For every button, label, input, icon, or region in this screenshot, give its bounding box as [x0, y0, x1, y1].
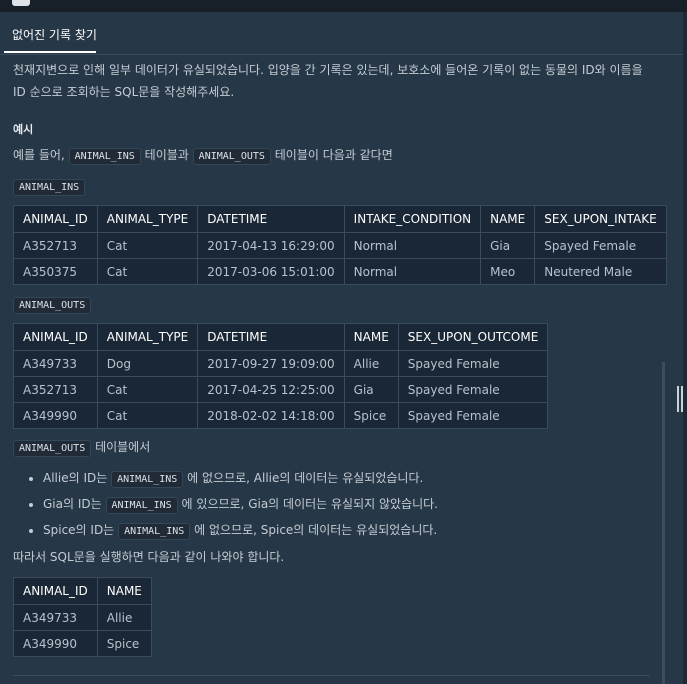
table-cell: 2018-02-02 14:18:00: [197, 402, 345, 429]
code-animal-outs: ANIMAL_OUTS: [192, 148, 271, 165]
text-fragment: Allie의 ID는: [43, 471, 108, 485]
code-animal-outs: ANIMAL_OUTS: [13, 440, 92, 457]
code-animal-outs: ANIMAL_OUTS: [13, 297, 92, 314]
table-cell: A349733: [13, 604, 98, 631]
table-row: A349990 Spice: [13, 630, 152, 657]
column-header: DATETIME: [197, 205, 345, 233]
table-cell: A349990: [13, 402, 98, 429]
code-animal-ins: ANIMAL_INS: [118, 523, 191, 540]
text-fragment: 에 없으므로, Spice의 데이터는 유실되었습니다.: [194, 523, 438, 537]
column-header: NAME: [343, 323, 399, 351]
table-cell: 2017-04-13 16:29:00: [197, 232, 345, 259]
table-cell: Dog: [96, 350, 199, 377]
table-row: A349990 Cat 2018-02-02 14:18:00 Spice Spayed…: [13, 402, 549, 429]
table-cell: A352713: [13, 232, 98, 259]
scrollbar[interactable]: [662, 362, 665, 684]
column-header: INTAKE_CONDITION: [343, 205, 482, 233]
divider: [13, 675, 650, 676]
table-header-row: ANIMAL_ID ANIMAL_TYPE DATETIME NAME SEX_UPON…: [13, 323, 549, 351]
column-header: ANIMAL_TYPE: [96, 205, 199, 233]
ins-table-label: ANIMAL_INS: [13, 175, 86, 199]
panel-edge: [683, 12, 687, 684]
list-item: Spice의 ID는 ANIMAL_INS 에 없으므로, Spice의 데이터…: [43, 518, 438, 544]
table-cell: Spice: [343, 402, 399, 429]
table-cell: Gia: [480, 232, 536, 259]
table-cell: Gia: [343, 376, 399, 403]
example-heading: 예시: [13, 123, 34, 136]
code-animal-ins: ANIMAL_INS: [111, 471, 184, 488]
table-cell: Allie: [343, 350, 399, 377]
tab-bar: 없어진 기록 찾기: [0, 12, 687, 55]
text-fragment: 테이블에서: [95, 440, 151, 454]
table-cell: Spayed Female: [397, 350, 549, 377]
text-fragment: Spice의 ID는: [43, 523, 115, 537]
table-cell: Normal: [343, 258, 482, 285]
outs-note: ANIMAL_OUTS 테이블에서: [13, 436, 150, 460]
text-fragment: 에 없으므로, Allie의 데이터는 유실되었습니다.: [187, 471, 424, 485]
text-fragment: Gia의 ID는: [43, 497, 102, 511]
table-cell: Cat: [96, 232, 199, 259]
text-fragment: 예를 들어,: [13, 148, 65, 162]
column-header: SEX_UPON_INTAKE: [534, 205, 667, 233]
table-row: A352713 Cat 2017-04-13 16:29:00 Normal Gia Sp…: [13, 232, 667, 259]
problem-description: 천재지변으로 인해 일부 데이터가 유실되었습니다. 입양을 간 기록은 있는데…: [13, 63, 643, 99]
table-cell: A350375: [13, 258, 98, 285]
text-fragment: 테이블과: [144, 148, 189, 162]
logo-icon[interactable]: [12, 0, 30, 6]
table-cell: Cat: [96, 402, 199, 429]
table-cell: Spice: [96, 630, 152, 657]
top-bar: [0, 0, 687, 12]
table-cell: Meo: [480, 258, 536, 285]
column-header: SEX_UPON_OUTCOME: [397, 323, 549, 351]
table-cell: Cat: [96, 258, 199, 285]
table-cell: 2017-09-27 19:09:00: [197, 350, 345, 377]
tab-problem[interactable]: 없어진 기록 찾기: [12, 26, 97, 43]
table-row: A350375 Cat 2017-03-06 15:01:00 Normal Meo Ne…: [13, 258, 667, 285]
table-cell: Spayed Female: [397, 402, 549, 429]
animal-outs-table: ANIMAL_ID ANIMAL_TYPE DATETIME NAME SEX_UPON…: [13, 323, 549, 429]
column-header: ANIMAL_ID: [13, 205, 98, 233]
table-cell: 2017-04-25 12:25:00: [197, 376, 345, 403]
table-cell: Spayed Female: [534, 232, 667, 259]
table-header-row: ANIMAL_ID ANIMAL_TYPE DATETIME INTAKE_CONDI…: [13, 205, 667, 233]
table-cell: Normal: [343, 232, 482, 259]
outs-table-label: ANIMAL_OUTS: [13, 293, 92, 317]
table-cell: A349733: [13, 350, 98, 377]
text-fragment: 에 있으므로, Gia의 데이터는 유실되지 않았습니다.: [181, 497, 438, 511]
table-cell: Spayed Female: [397, 376, 549, 403]
table-row: A352713 Cat 2017-04-25 12:25:00 Gia Spayed F…: [13, 376, 549, 403]
code-animal-ins: ANIMAL_INS: [105, 497, 178, 514]
column-header: NAME: [480, 205, 536, 233]
table-cell: Allie: [96, 604, 152, 631]
table-cell: Cat: [96, 376, 199, 403]
conclusion-text: 따라서 SQL문을 실행하면 다음과 같이 나와야 합니다.: [13, 550, 285, 564]
list-item: Allie의 ID는 ANIMAL_INS 에 없으므로, Allie의 데이터…: [43, 466, 438, 492]
code-animal-ins: ANIMAL_INS: [13, 179, 86, 196]
column-header: NAME: [96, 577, 152, 605]
code-animal-ins: ANIMAL_INS: [68, 148, 141, 165]
column-header: ANIMAL_ID: [13, 323, 98, 351]
table-row: A349733 Dog 2017-09-27 19:09:00 Allie Spayed…: [13, 350, 549, 377]
text-fragment: 테이블이 다음과 같다면: [274, 148, 393, 162]
column-header: DATETIME: [197, 323, 345, 351]
example-intro-line: 예를 들어, ANIMAL_INS 테이블과 ANIMAL_OUTS 테이블이 …: [13, 144, 393, 168]
column-header: ANIMAL_TYPE: [96, 323, 199, 351]
animal-ins-table: ANIMAL_ID ANIMAL_TYPE DATETIME INTAKE_CONDI…: [13, 205, 667, 285]
table-cell: A352713: [13, 376, 98, 403]
explanation-list: Allie의 ID는 ANIMAL_INS 에 없으므로, Allie의 데이터…: [13, 466, 438, 544]
list-item: Gia의 ID는 ANIMAL_INS 에 있으므로, Gia의 데이터는 유실…: [43, 492, 438, 518]
resize-handle-icon[interactable]: [675, 386, 685, 412]
table-cell: Neutered Male: [534, 258, 667, 285]
active-tab-indicator: [4, 51, 96, 53]
column-header: ANIMAL_ID: [13, 577, 98, 605]
table-row: A349733 Allie: [13, 604, 152, 631]
table-cell: 2017-03-06 15:01:00: [197, 258, 345, 285]
table-cell: A349990: [13, 630, 98, 657]
result-table: ANIMAL_ID NAME A349733 Allie A349990 Spice: [13, 577, 152, 657]
table-header-row: ANIMAL_ID NAME: [13, 577, 152, 605]
